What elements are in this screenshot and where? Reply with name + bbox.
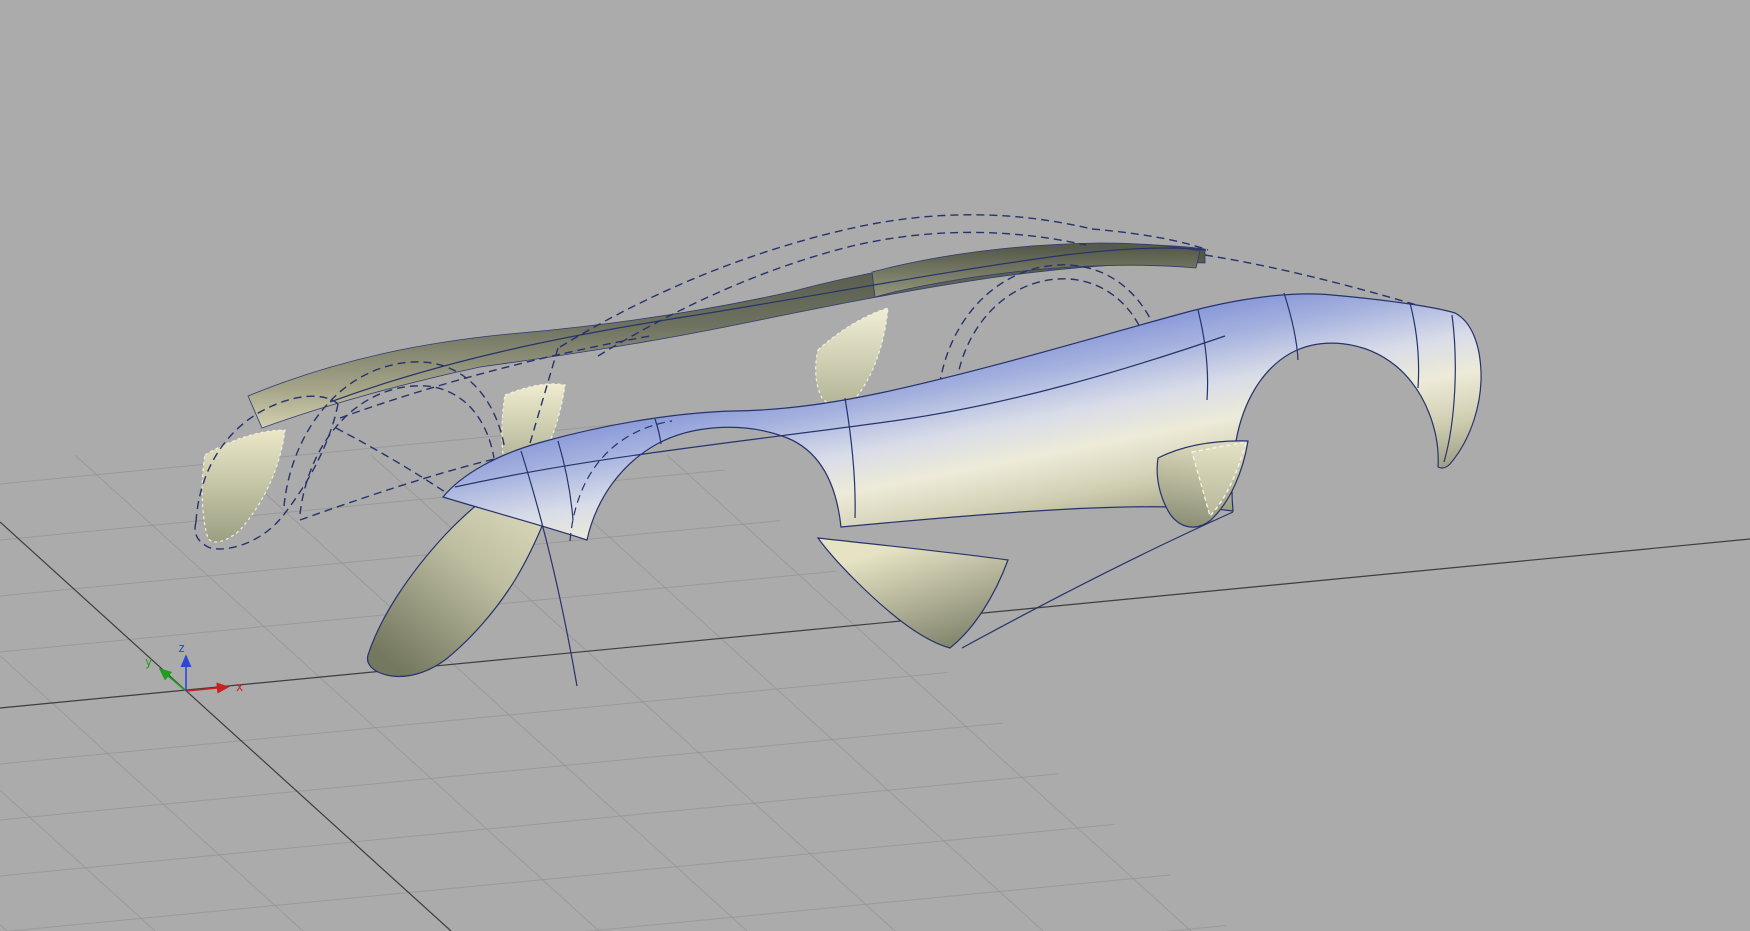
y-axis-label: y	[145, 655, 152, 669]
z-axis-label: z	[178, 641, 185, 655]
3d-viewport[interactable]: x y z	[0, 0, 1750, 931]
x-axis-label: x	[236, 680, 243, 694]
viewport-canvas[interactable]: x y z	[0, 0, 1750, 931]
